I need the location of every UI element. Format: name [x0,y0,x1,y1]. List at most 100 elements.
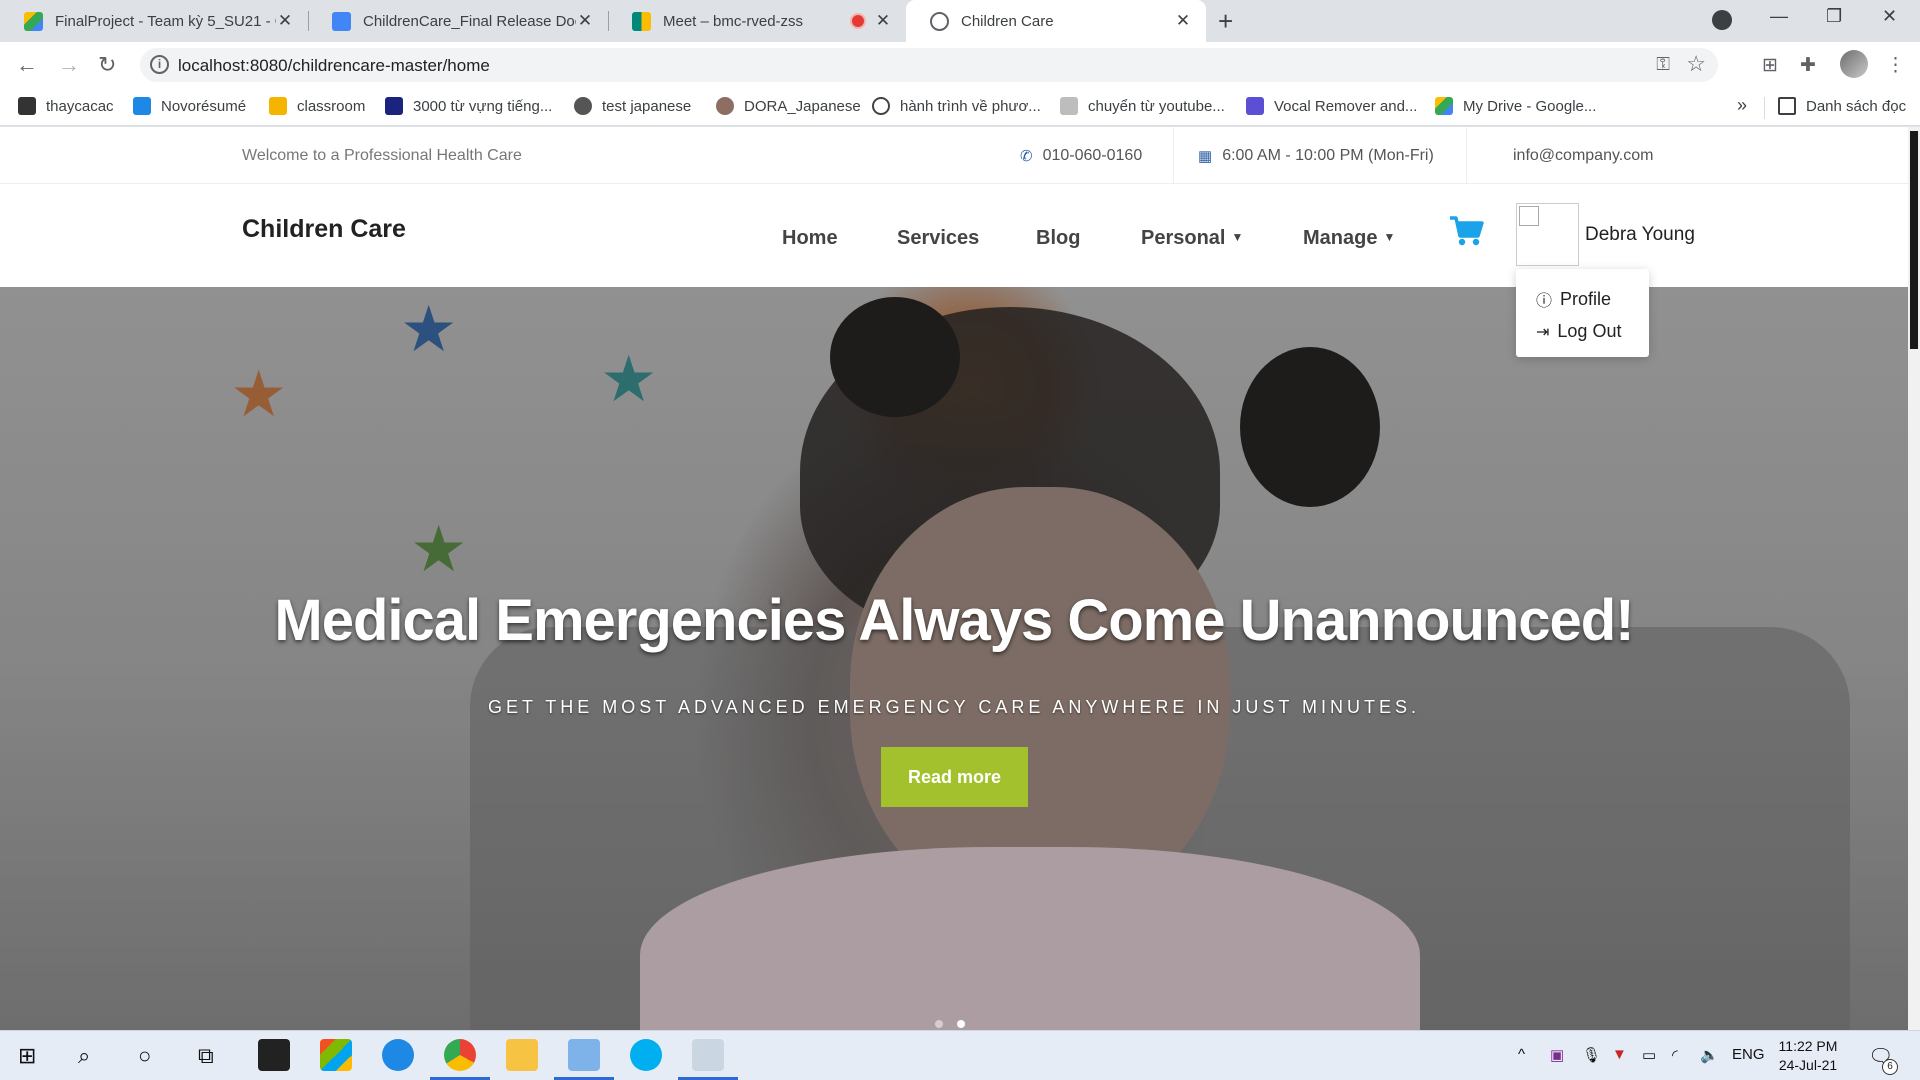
bookmark-item[interactable]: 3000 từ vựng tiếng... [385,97,552,115]
tab-finalproject[interactable]: FinalProject - Team kỳ 5_SU21 - G ✕ [0,0,308,42]
hero-slider: ★ ★ ★ ★ Medical Emergencies Always Come … [0,287,1908,1030]
reading-list-icon [1778,97,1796,115]
bookmark-label: DORA_Japanese [744,97,861,115]
search-icon[interactable]: ⌕ [78,1043,90,1069]
bookmark-label: thaycacac [46,97,114,115]
nav-personal-label: Personal [1141,227,1226,249]
bookmark-item[interactable]: thaycacac [18,97,114,115]
tab-meet[interactable]: Meet – bmc-rved-zss ✕ [608,0,906,42]
reload-button[interactable]: ↻ [98,52,116,78]
windows-start-icon[interactable]: ⊞ [18,1043,36,1069]
phone-icon: ✆ [1020,148,1033,165]
hero-overlay [0,287,1908,1030]
tray-overflow-icon[interactable]: ^ [1518,1046,1525,1063]
broken-image-icon [1519,206,1539,226]
profile-avatar[interactable] [1840,50,1868,78]
microphone-icon[interactable]: 🎙 [1582,1046,1601,1064]
nav-manage[interactable]: Manage ▼ [1303,227,1395,250]
skype-icon[interactable] [630,1039,662,1071]
volume-icon[interactable]: 🔈 [1700,1046,1719,1064]
tab-label: ChildrenCare_Final Release Docum [363,12,576,30]
hours-info: ▦ 6:00 AM - 10:00 PM (Mon-Fri) [1198,147,1434,165]
bookmark-item[interactable]: Novorésumé [133,97,246,115]
bookmark-item[interactable]: test japanese [574,97,691,115]
close-icon[interactable]: ✕ [1174,11,1192,31]
close-icon[interactable]: ✕ [276,11,294,31]
task-view-icon[interactable]: ⧉ [198,1043,214,1069]
divider [1764,97,1765,119]
virtualbox-icon[interactable] [568,1039,600,1071]
battery-icon[interactable]: ▭ [1642,1046,1656,1064]
cart-icon[interactable] [1449,215,1485,252]
divider [1173,127,1174,184]
edge-icon[interactable] [382,1039,414,1071]
read-more-button[interactable]: Read more [881,747,1028,807]
site-logo[interactable]: Children Care [242,215,406,244]
key-icon[interactable]: ⚿ [1656,54,1670,75]
forward-button[interactable]: → [58,52,80,78]
paint-icon[interactable] [692,1039,724,1071]
bookmark-label: Novorésumé [161,97,247,115]
bookmark-item[interactable]: Vocal Remover and... [1246,97,1417,115]
bookmark-item[interactable]: classroom [269,97,365,115]
notification-count: 6 [1882,1059,1898,1075]
back-button[interactable]: ← [16,52,38,78]
wifi-icon[interactable]: ◜ [1672,1046,1678,1064]
tab-label: Meet – bmc-rved-zss [663,12,804,30]
bookmark-item[interactable]: chuyển từ youtube... [1060,97,1225,115]
tab-label: Children Care [961,12,1054,30]
web-page: Welcome to a Professional Health Care ✆ … [0,127,1920,1030]
restore-button[interactable]: ❐ [1826,6,1842,27]
cortana-icon[interactable]: ○ [138,1043,151,1069]
menu-item-profile[interactable]: ⓘ Profile [1536,287,1611,311]
new-tab-button[interactable]: + [1218,6,1233,37]
tab-children-care[interactable]: Children Care ✕ [906,0,1206,42]
avatar[interactable] [1516,203,1579,266]
file-explorer-icon[interactable] [506,1039,538,1071]
store-icon[interactable] [320,1039,352,1071]
menu-kebab-icon[interactable]: ⋮ [1886,54,1905,77]
recording-icon [852,15,864,27]
tab-childrencare-doc[interactable]: ChildrenCare_Final Release Docum ✕ [308,0,608,42]
apps-grid-icon[interactable]: ⊞ [1762,54,1778,77]
menu-item-label: Profile [1560,288,1612,309]
bookmark-label: classroom [297,97,366,115]
email-link[interactable]: info@company.com [1513,147,1653,165]
bookmarks-overflow-icon[interactable]: » [1737,95,1747,116]
hero-title: Medical Emergencies Always Come Unannoun… [274,588,1634,653]
bookmark-label: hành trình về phươ... [900,97,1041,115]
bookmark-item[interactable]: hành trình về phươ... [872,97,1041,115]
divider [1466,127,1467,184]
info-icon[interactable]: i [150,55,169,74]
page-scrollbar[interactable] [1908,127,1920,1030]
slider-dot-active[interactable] [957,1020,965,1028]
nav-personal[interactable]: Personal ▼ [1141,227,1243,250]
user-name[interactable]: Debra Young [1585,224,1695,246]
tab-search-button[interactable] [1712,10,1732,30]
bookmark-star-icon[interactable]: ☆ [1686,51,1706,77]
slider-dot[interactable] [935,1020,943,1028]
extensions-icon[interactable]: ✚ [1800,54,1816,77]
clock-time: 11:22 PM [1778,1038,1838,1054]
mail-icon[interactable] [258,1039,290,1071]
language-indicator[interactable]: ENG [1732,1046,1765,1063]
nav-home[interactable]: Home [782,227,838,250]
minimize-button[interactable]: — [1770,6,1788,27]
bookmark-item[interactable]: DORA_Japanese [716,97,861,115]
scrollbar-thumb[interactable] [1910,131,1918,349]
nav-services[interactable]: Services [897,227,979,250]
bookmark-favicon-icon [574,97,592,115]
address-bar[interactable]: i localhost:8080/childrencare-master/hom… [140,48,1718,82]
bookmark-item[interactable]: My Drive - Google... [1435,97,1596,115]
reading-list-button[interactable]: Danh sách đọc [1778,97,1906,115]
vivaldi-tray-icon[interactable]: ▼ [1612,1046,1627,1063]
url-text[interactable]: localhost:8080/childrencare-master/home [178,56,490,76]
close-icon[interactable]: ✕ [874,11,892,31]
chrome-icon[interactable] [444,1039,476,1071]
nav-blog[interactable]: Blog [1036,227,1080,250]
window-close-button[interactable]: ✕ [1882,6,1897,27]
onenote-tray-icon[interactable]: ▣ [1550,1046,1564,1064]
menu-item-logout[interactable]: ⇥ Log Out [1536,321,1621,342]
close-icon[interactable]: ✕ [576,11,594,31]
system-clock[interactable]: 11:22 PM 24-Jul-21 [1768,1037,1848,1075]
